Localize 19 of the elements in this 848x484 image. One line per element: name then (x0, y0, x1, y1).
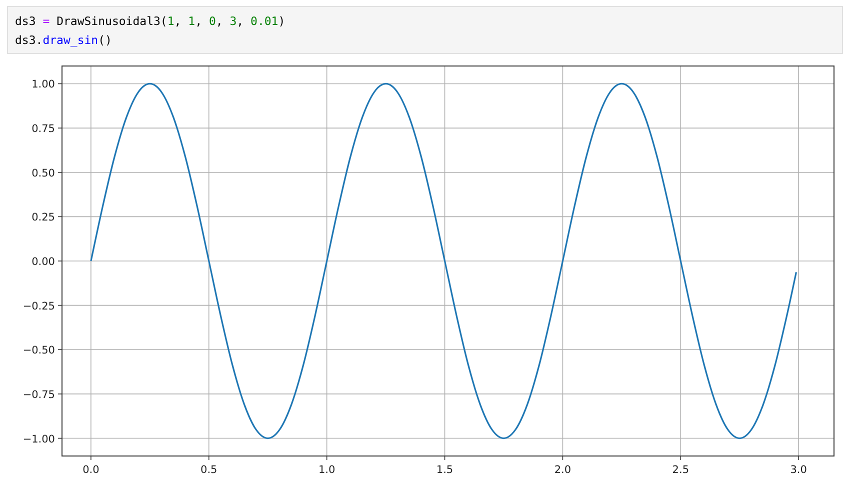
y-tick-label: −0.25 (22, 300, 55, 312)
code-cell[interactable]: ds3 = DrawSinusoidal3(1, 1, 0, 3, 0.01) ds3.draw_sin() (7, 6, 843, 54)
y-tick-label: −0.50 (22, 344, 55, 357)
y-tick-label: 0.75 (32, 123, 55, 136)
y-tick-label: −0.75 (22, 388, 55, 401)
y-tick-label: 0.50 (32, 167, 55, 180)
y-tick-label: 1.00 (32, 78, 55, 91)
x-tick-label: 3.0 (790, 464, 807, 476)
x-tick-label: 2.5 (672, 464, 689, 476)
x-tick-label: 1.5 (436, 464, 454, 476)
y-tick-label: 0.00 (32, 256, 55, 268)
y-tick-label: −1.00 (22, 433, 55, 446)
code-line: ds3 = DrawSinusoidal3(1, 1, 0, 3, 0.01) (15, 13, 286, 30)
y-tick-label: 0.25 (32, 212, 55, 224)
code-line: ds3.draw_sin() (15, 32, 113, 49)
x-tick-label: 1.0 (318, 464, 336, 476)
x-tick-label: 0.5 (200, 464, 218, 476)
x-tick-label: 0.0 (82, 464, 100, 476)
x-tick-label: 2.0 (554, 464, 572, 476)
